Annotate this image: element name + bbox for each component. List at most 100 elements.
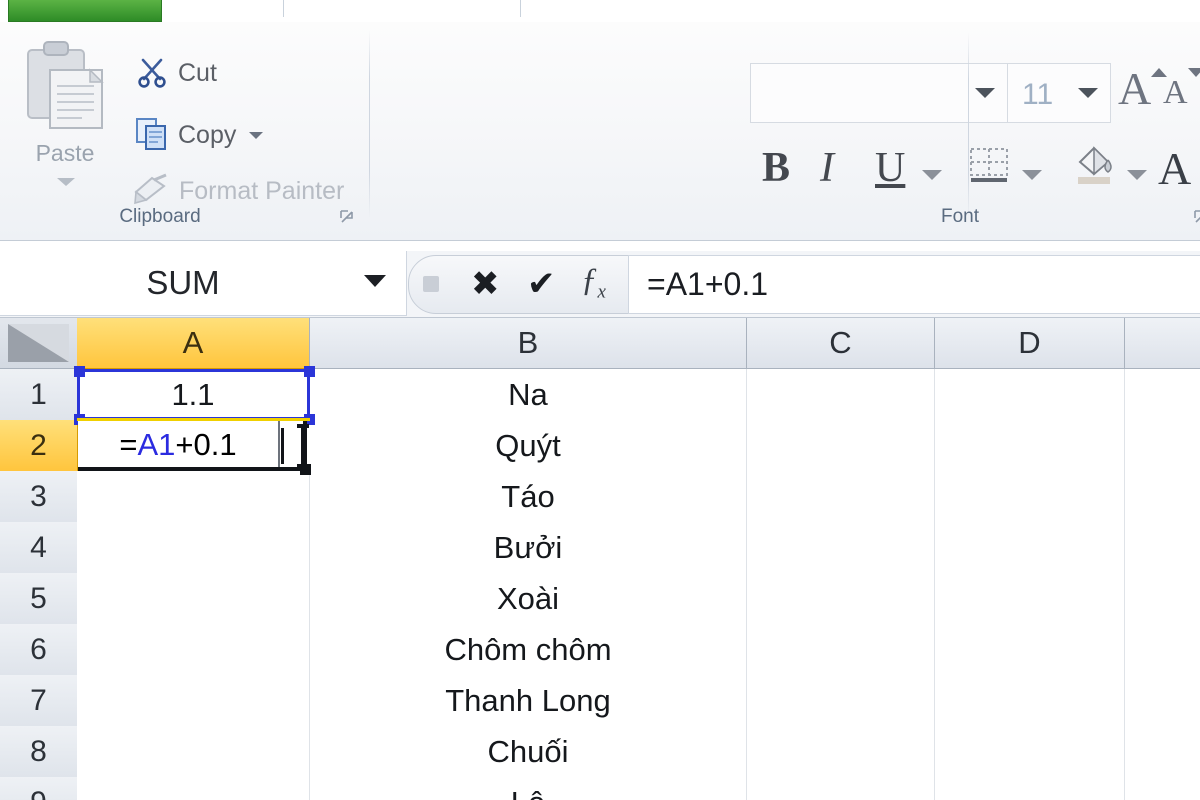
copy-button[interactable]: Copy xyxy=(135,116,264,155)
column-header-d[interactable]: D xyxy=(935,318,1125,369)
bold-button[interactable]: B xyxy=(762,144,790,192)
formula-value: =A1+0.1 xyxy=(647,266,768,302)
cut-label: Cut xyxy=(178,59,217,87)
cell-b1[interactable]: Na xyxy=(310,369,747,421)
cell-a8[interactable] xyxy=(77,726,310,778)
cell-b4[interactable]: Bưởi xyxy=(310,522,747,574)
cell-d9[interactable] xyxy=(935,777,1125,800)
cell-a1[interactable]: 1.1 xyxy=(77,369,310,421)
paste-button[interactable]: Paste xyxy=(10,28,120,213)
cell-e7[interactable] xyxy=(1125,675,1200,727)
cell-e6[interactable] xyxy=(1125,624,1200,676)
cell-c9[interactable] xyxy=(747,777,935,800)
cell-a9[interactable] xyxy=(77,777,310,800)
ribbon-groups: Paste Cut Copy Format Painter Clipboard … xyxy=(0,22,1200,240)
cell-e2[interactable] xyxy=(1125,420,1200,472)
cell-a2-suffix: +0.1 xyxy=(175,427,237,462)
cell-e9[interactable] xyxy=(1125,777,1200,800)
cell-b3[interactable]: Táo xyxy=(310,471,747,523)
cell-d3[interactable] xyxy=(935,471,1125,523)
chevron-down-icon[interactable] xyxy=(57,178,75,186)
row-header-2-label: 2 xyxy=(30,428,47,462)
cell-b2[interactable]: Quýt xyxy=(310,420,747,472)
cell-a5[interactable] xyxy=(77,573,310,625)
column-header-a[interactable]: A xyxy=(77,318,310,369)
paste-label: Paste xyxy=(35,140,95,166)
group-label-clipboard: Clipboard xyxy=(119,206,201,227)
cell-d1[interactable] xyxy=(935,369,1125,421)
row-header-8[interactable]: 8 xyxy=(0,726,78,778)
cancel-x-icon[interactable]: ✖ xyxy=(471,264,500,304)
select-all-corner[interactable] xyxy=(0,318,78,369)
clipboard-dialog-launcher[interactable] xyxy=(338,208,356,226)
italic-button[interactable]: I xyxy=(820,144,834,192)
ribbon-group-font: 11 A A B I U A Font xyxy=(370,22,1200,240)
cell-a4[interactable] xyxy=(77,522,310,574)
cell-c4[interactable] xyxy=(747,522,935,574)
chevron-down-icon[interactable] xyxy=(364,275,386,287)
column-header-c[interactable]: C xyxy=(747,318,935,369)
expand-handle[interactable] xyxy=(423,276,439,292)
cell-d8[interactable] xyxy=(935,726,1125,778)
column-header-e[interactable] xyxy=(1125,318,1200,369)
cell-b6[interactable]: Chôm chôm xyxy=(310,624,747,676)
cell-b8[interactable]: Chuối xyxy=(310,726,747,778)
cell-e4[interactable] xyxy=(1125,522,1200,574)
cell-a2-editing[interactable]: = A1 +0.1 xyxy=(78,421,280,469)
cell-e3[interactable] xyxy=(1125,471,1200,523)
cell-a6[interactable] xyxy=(77,624,310,676)
cell-a3[interactable] xyxy=(77,471,310,523)
cell-c7[interactable] xyxy=(747,675,935,727)
tab-file[interactable] xyxy=(8,0,162,22)
row-header-2[interactable]: 2 xyxy=(0,420,78,472)
row-header-8-label: 8 xyxy=(30,734,47,768)
row-header-4[interactable]: 4 xyxy=(0,522,78,574)
row-header-5[interactable]: 5 xyxy=(0,573,78,625)
cell-e8[interactable] xyxy=(1125,726,1200,778)
cell-d6[interactable] xyxy=(935,624,1125,676)
cell-a2-prefix: = xyxy=(119,427,138,462)
cell-d5[interactable] xyxy=(935,573,1125,625)
cell-c5[interactable] xyxy=(747,573,935,625)
cell-b4-value: Bưởi xyxy=(493,529,563,565)
row-header-1-label: 1 xyxy=(30,377,47,411)
name-box[interactable]: SUM xyxy=(0,251,407,316)
excel-window: Paste Cut Copy Format Painter Clipboard … xyxy=(0,0,1200,800)
tab-home[interactable] xyxy=(283,0,521,17)
row-header-9[interactable]: 9 xyxy=(0,777,78,800)
row-header-6[interactable]: 6 xyxy=(0,624,78,676)
enter-check-icon[interactable]: ✔ xyxy=(527,264,556,304)
row-header-7[interactable]: 7 xyxy=(0,675,78,727)
formula-input[interactable]: =A1+0.1 xyxy=(628,255,1200,314)
edit-cell-top-line xyxy=(77,418,310,421)
cell-c8[interactable] xyxy=(747,726,935,778)
cell-c2[interactable] xyxy=(747,420,935,472)
row-header-4-label: 4 xyxy=(30,530,47,564)
column-header-d-label: D xyxy=(1018,325,1041,360)
cut-button[interactable]: Cut xyxy=(135,54,217,93)
cell-c1[interactable] xyxy=(747,369,935,421)
cell-b2-value: Quýt xyxy=(495,427,561,463)
cell-c6[interactable] xyxy=(747,624,935,676)
cell-e1[interactable] xyxy=(1125,369,1200,421)
fx-icon[interactable]: ƒx xyxy=(581,262,606,304)
cell-b7[interactable]: Thanh Long xyxy=(310,675,747,727)
row-header-1[interactable]: 1 xyxy=(0,369,78,421)
cell-b5[interactable]: Xoài xyxy=(310,573,747,625)
clipboard-icon xyxy=(24,38,108,143)
row-header-3-label: 3 xyxy=(30,479,47,513)
cell-d4[interactable] xyxy=(935,522,1125,574)
cell-b1-value: Na xyxy=(508,376,548,412)
row-header-3[interactable]: 3 xyxy=(0,471,78,523)
cell-a7[interactable] xyxy=(77,675,310,727)
cell-d7[interactable] xyxy=(935,675,1125,727)
column-header-b[interactable]: B xyxy=(310,318,747,369)
cell-e5[interactable] xyxy=(1125,573,1200,625)
cell-b5-value: Xoài xyxy=(496,580,560,616)
cell-d2[interactable] xyxy=(935,420,1125,472)
cell-b9[interactable]: Lê xyxy=(310,777,747,800)
chevron-down-icon[interactable] xyxy=(249,132,264,139)
copy-icon xyxy=(135,116,169,155)
select-all-triangle-icon xyxy=(8,324,69,362)
cell-c3[interactable] xyxy=(747,471,935,523)
